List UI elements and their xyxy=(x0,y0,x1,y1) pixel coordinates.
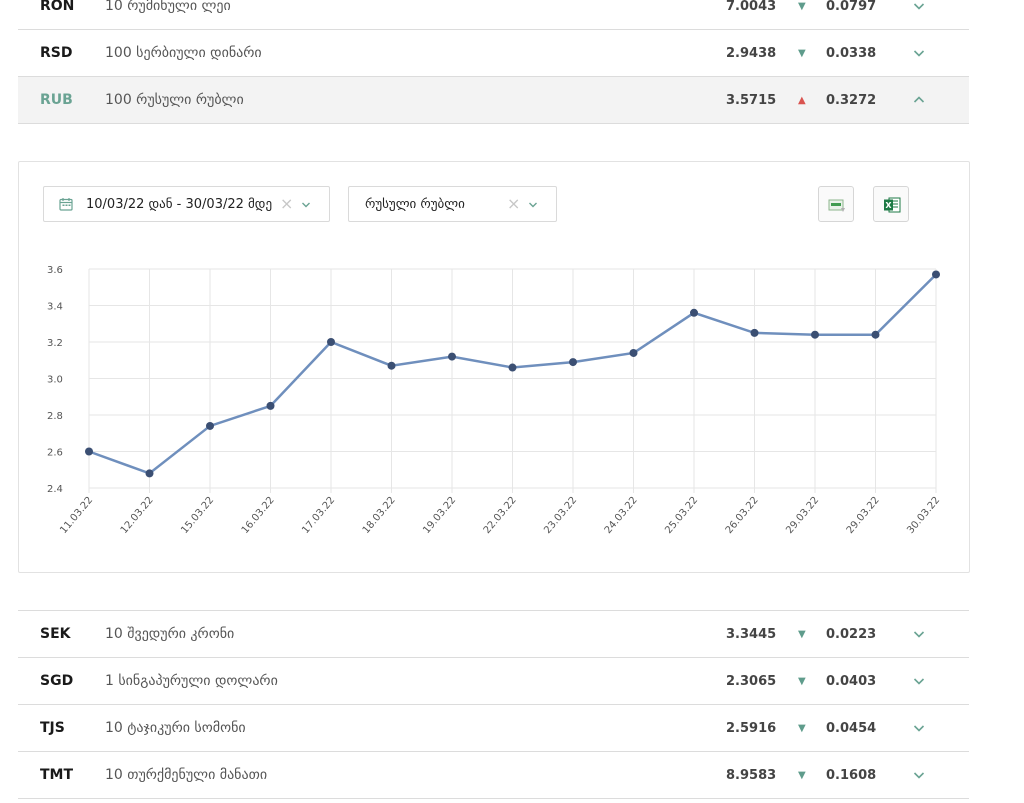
x-tick-label: 29.03.22 xyxy=(784,495,821,536)
chevron-down-icon[interactable] xyxy=(913,47,925,59)
y-tick-label: 3.2 xyxy=(47,338,63,349)
y-tick-label: 2.6 xyxy=(47,448,63,459)
currency-code: RSD xyxy=(40,45,73,61)
currency-code: SEK xyxy=(40,626,71,642)
data-point xyxy=(932,270,940,279)
currency-name: 10 შვედური კრონი xyxy=(105,626,235,642)
x-tick-label: 15.03.22 xyxy=(179,495,216,536)
currency-code: SGD xyxy=(40,673,74,689)
currency-change: 0.3272 xyxy=(826,92,877,108)
triangle-down-icon: ▼ xyxy=(798,722,806,734)
currency-row-tmt[interactable]: TMT 10 თურქმენული მანათი 8.9583 ▼ 0.1608 xyxy=(18,752,969,799)
currency-change: 0.1608 xyxy=(826,767,877,783)
data-point xyxy=(85,447,93,456)
currency-change: 0.0338 xyxy=(826,45,877,61)
data-point xyxy=(750,328,759,337)
currency-name: 10 ტაჯიკური სომონი xyxy=(105,720,246,736)
chevron-down-icon[interactable] xyxy=(913,628,925,640)
data-point xyxy=(508,363,517,372)
currency-code: TJS xyxy=(40,720,65,736)
currency-rate: 2.3065 xyxy=(726,673,777,689)
triangle-down-icon: ▼ xyxy=(798,47,806,59)
currency-change: 0.0797 xyxy=(826,0,877,14)
currency-row-ron[interactable]: RON 10 რუმინული ლეი 7.0043 ▼ 0.0797 xyxy=(18,0,969,30)
currency-rate: 8.9583 xyxy=(726,767,777,783)
data-point xyxy=(206,421,214,430)
x-tick-label: 25.03.22 xyxy=(663,495,700,536)
triangle-up-icon: ▲ xyxy=(798,94,806,106)
currency-name: 10 რუმინული ლეი xyxy=(105,0,231,14)
currency-code: RON xyxy=(40,0,75,14)
chart-panel: 10/03/22 დან - 30/03/22 მდე × რუსული რუბ… xyxy=(18,161,970,573)
currency-change: 0.0223 xyxy=(826,626,877,642)
data-point xyxy=(811,330,819,339)
currency-name: 10 თურქმენული მანათი xyxy=(105,767,268,783)
chevron-down-icon[interactable] xyxy=(913,675,925,687)
data-point xyxy=(448,352,456,361)
x-tick-label: 22.03.22 xyxy=(482,495,519,536)
currency-rate: 7.0043 xyxy=(726,0,777,14)
currency-change: 0.0454 xyxy=(826,720,877,736)
chevron-down-icon[interactable] xyxy=(913,722,925,734)
x-tick-label: 19.03.22 xyxy=(421,495,458,536)
x-tick-label: 16.03.22 xyxy=(240,495,277,536)
data-point xyxy=(145,469,154,478)
data-point xyxy=(387,361,396,370)
y-tick-label: 3.0 xyxy=(47,375,63,386)
currency-row-sgd[interactable]: SGD 1 სინგაპურული დოლარი 2.3065 ▼ 0.0403 xyxy=(18,658,969,705)
data-point xyxy=(629,348,638,357)
currency-code: TMT xyxy=(40,767,74,783)
currency-rate: 3.5715 xyxy=(726,92,777,108)
currency-name: 1 სინგაპურული დოლარი xyxy=(105,673,278,689)
data-point xyxy=(569,358,577,367)
x-tick-label: 29.03.22 xyxy=(845,495,882,536)
currency-rate: 2.9438 xyxy=(726,45,777,61)
x-tick-label: 11.03.22 xyxy=(58,495,95,536)
y-tick-label: 3.6 xyxy=(47,265,63,276)
currency-row-rsd[interactable]: RSD 100 სერბიული დინარი 2.9438 ▼ 0.0338 xyxy=(18,30,969,77)
x-tick-label: 23.03.22 xyxy=(542,495,579,536)
y-tick-label: 2.8 xyxy=(47,411,63,422)
currency-code: RUB xyxy=(40,92,73,108)
currency-row-sek[interactable]: SEK 10 შვედური კრონი 3.3445 ▼ 0.0223 xyxy=(18,611,969,658)
x-tick-label: 18.03.22 xyxy=(361,495,398,536)
x-tick-label: 24.03.22 xyxy=(603,495,640,536)
chevron-down-icon[interactable] xyxy=(913,769,925,781)
data-point xyxy=(690,308,698,317)
currency-rate: 3.3445 xyxy=(726,626,777,642)
triangle-down-icon: ▼ xyxy=(798,675,806,687)
y-tick-label: 2.4 xyxy=(47,484,63,495)
triangle-down-icon: ▼ xyxy=(798,769,806,781)
currency-list-top: RON 10 რუმინული ლეი 7.0043 ▼ 0.0797 RSD 100 სე… xyxy=(18,0,969,124)
x-tick-label: 12.03.22 xyxy=(119,495,156,536)
x-tick-label: 17.03.22 xyxy=(300,495,337,536)
triangle-down-icon: ▼ xyxy=(798,0,806,12)
y-tick-label: 3.4 xyxy=(47,302,63,313)
currency-name: 100 რუსული რუბლი xyxy=(105,92,244,108)
triangle-down-icon: ▼ xyxy=(798,628,806,640)
currency-row-tjs[interactable]: TJS 10 ტაჯიკური სომონი 2.5916 ▼ 0.0454 xyxy=(18,705,969,752)
chevron-down-icon[interactable] xyxy=(913,0,925,12)
data-point xyxy=(871,330,880,339)
currency-name: 100 სერბიული დინარი xyxy=(105,45,262,61)
currency-list-bottom: SEK 10 შვედური კრონი 3.3445 ▼ 0.0223 SGD 1 სინ… xyxy=(18,610,969,799)
x-tick-label: 26.03.22 xyxy=(724,495,761,536)
currency-change: 0.0403 xyxy=(826,673,877,689)
data-point xyxy=(327,338,335,346)
exchange-rate-line-chart: 3.6 3.4 3.2 3.0 2.8 2.6 2.411.03.22 12.03.22 15.… xyxy=(47,265,942,536)
currency-rate: 2.5916 xyxy=(726,720,777,736)
data-point xyxy=(266,401,275,410)
x-tick-label: 30.03.22 xyxy=(905,495,942,536)
currency-row-rub[interactable]: RUB 100 რუსული რუბლი 3.5715 ▲ 0.3272 xyxy=(18,77,969,124)
chevron-up-icon[interactable] xyxy=(913,94,925,106)
